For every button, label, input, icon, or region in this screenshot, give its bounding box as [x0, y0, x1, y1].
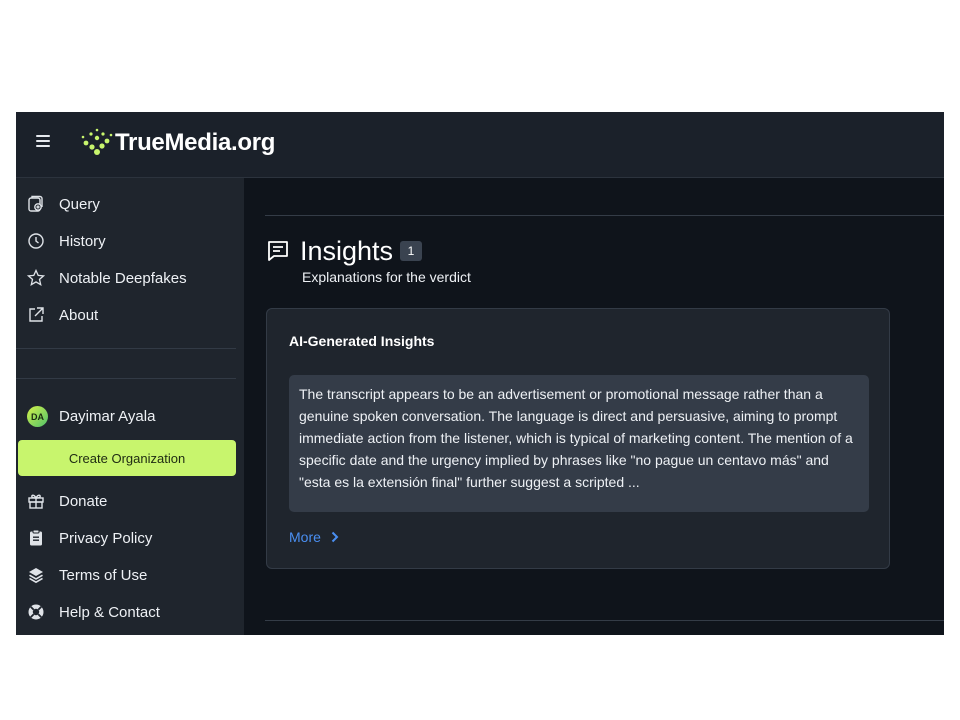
sidebar-item-notable-deepfakes[interactable]: Notable Deepfakes: [16, 263, 244, 293]
sidebar-item-label: History: [59, 233, 106, 250]
lifebuoy-icon: [28, 604, 44, 620]
sidebar-item-query[interactable]: Query: [16, 189, 244, 219]
sidebar: Query History Notable Deepfakes About DA…: [16, 178, 244, 635]
top-bar: TrueMedia.org: [16, 112, 944, 178]
sidebar-item-about[interactable]: About: [16, 300, 244, 330]
sidebar-item-label: About: [59, 307, 99, 324]
page-title: Insights: [300, 236, 394, 266]
avatar: DA: [27, 406, 48, 427]
more-link[interactable]: More: [289, 529, 339, 545]
query-icon: [28, 195, 43, 212]
more-label: More: [289, 529, 321, 545]
chevron-right-icon: [331, 531, 339, 543]
insight-text: The transcript appears to be an advertis…: [299, 386, 853, 490]
sidebar-item-label: Donate: [59, 493, 108, 510]
layers-icon: [29, 568, 43, 584]
content-divider: [265, 215, 944, 216]
star-icon: [27, 269, 45, 287]
user-name: Dayimar Ayala: [59, 408, 156, 425]
external-link-icon: [29, 307, 44, 322]
sidebar-divider: [16, 348, 236, 349]
app-window: TrueMedia.org Query History Notable Deep…: [16, 112, 944, 635]
sidebar-item-history[interactable]: History: [16, 226, 244, 256]
sidebar-item-label: Terms of Use: [59, 567, 148, 584]
gift-icon: [28, 494, 44, 509]
brand-logo[interactable]: TrueMedia.org: [79, 126, 275, 160]
sidebar-item-label: Notable Deepfakes: [59, 270, 187, 287]
brand-name: TrueMedia.org: [115, 129, 276, 156]
sidebar-divider: [16, 378, 236, 379]
message-icon: [268, 241, 288, 261]
truemedia-logo-icon: [81, 128, 113, 155]
insight-text-box: The transcript appears to be an advertis…: [289, 375, 869, 512]
sidebar-item-label: Help & Contact: [59, 604, 160, 621]
card-title: AI-Generated Insights: [289, 333, 435, 349]
ai-insights-card: AI-Generated Insights The transcript app…: [266, 308, 890, 569]
count-badge: 1: [400, 241, 422, 261]
sidebar-item-terms-of-use[interactable]: Terms of Use: [16, 560, 244, 590]
sidebar-item-donate[interactable]: Donate: [16, 486, 244, 516]
user-profile[interactable]: DA Dayimar Ayala: [16, 398, 244, 428]
sidebar-item-help-contact[interactable]: Help & Contact: [16, 597, 244, 627]
create-organization-button[interactable]: Create Organization: [18, 440, 236, 476]
history-icon: [28, 233, 44, 249]
content-divider: [265, 620, 944, 621]
menu-icon[interactable]: [36, 135, 50, 149]
sidebar-item-label: Query: [59, 196, 100, 213]
sidebar-item-label: Privacy Policy: [59, 530, 153, 547]
clipboard-icon: [30, 529, 42, 546]
sidebar-item-privacy-policy[interactable]: Privacy Policy: [16, 523, 244, 553]
page-subtitle: Explanations for the verdict: [302, 269, 471, 285]
